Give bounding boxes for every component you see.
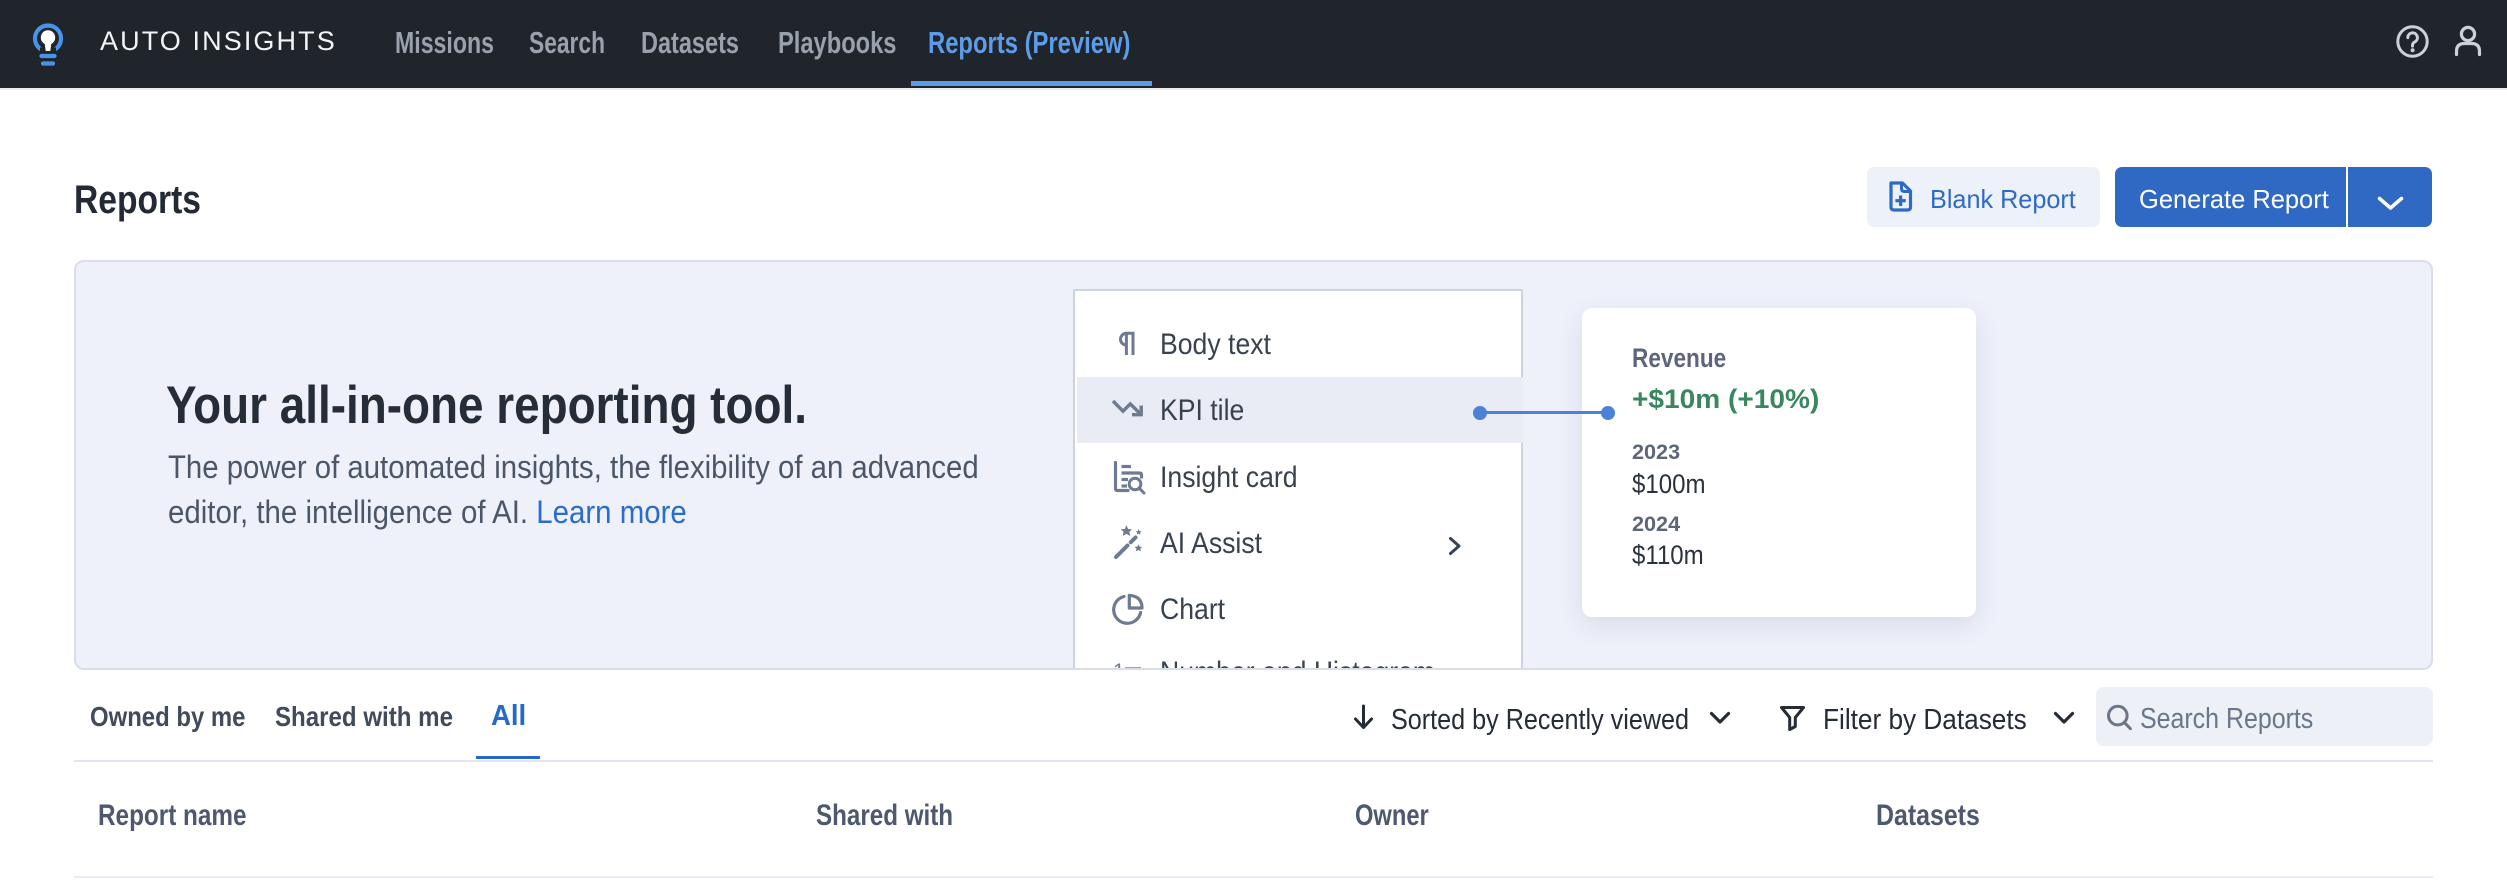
svg-text:1: 1 [1113, 660, 1125, 671]
